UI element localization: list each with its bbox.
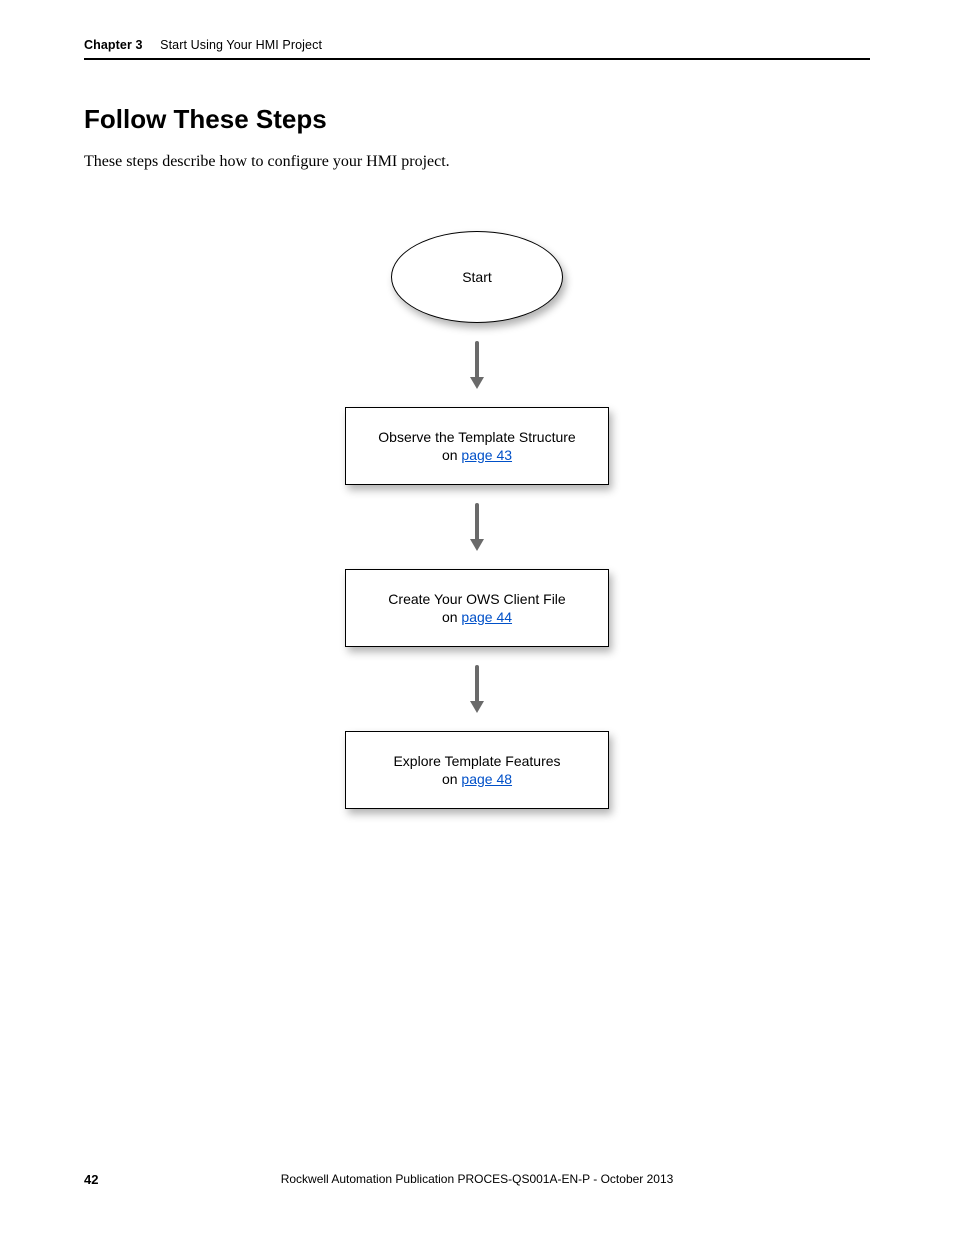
flow-step-ref: on page 44 <box>442 609 512 625</box>
page-link[interactable]: page 48 <box>461 771 512 787</box>
flow-start-label: Start <box>462 269 492 285</box>
chapter-title: Start Using Your HMI Project <box>160 38 322 52</box>
flow-step-on: on <box>442 771 461 787</box>
flow-arrow <box>467 503 487 551</box>
page-link[interactable]: page 44 <box>461 609 512 625</box>
flow-step-ref: on page 48 <box>442 771 512 787</box>
flow-step-on: on <box>442 447 461 463</box>
flow-start-node: Start <box>391 231 563 323</box>
flow-step-on: on <box>442 609 461 625</box>
flow-step-title: Create Your OWS Client File <box>388 591 565 607</box>
publication-line: Rockwell Automation Publication PROCES-Q… <box>84 1172 870 1186</box>
flow-step-ref: on page 43 <box>442 447 512 463</box>
flow-arrow <box>467 341 487 389</box>
page-link[interactable]: page 43 <box>461 447 512 463</box>
page: Chapter 3 Start Using Your HMI Project F… <box>0 0 954 1235</box>
intro-paragraph: These steps describe how to configure yo… <box>84 153 870 171</box>
section-heading: Follow These Steps <box>84 104 870 135</box>
flow-step-title: Explore Template Features <box>393 753 560 769</box>
running-header: Chapter 3 Start Using Your HMI Project <box>84 38 870 60</box>
flow-step-box: Observe the Template Structure on page 4… <box>345 407 609 485</box>
flow-arrow <box>467 665 487 713</box>
page-footer: 42 Rockwell Automation Publication PROCE… <box>84 1172 870 1187</box>
flow-step-box: Create Your OWS Client File on page 44 <box>345 569 609 647</box>
flow-step-title: Observe the Template Structure <box>378 429 575 445</box>
flowchart: Start Observe the Template Structure on … <box>84 231 870 809</box>
flow-step-box: Explore Template Features on page 48 <box>345 731 609 809</box>
chapter-label: Chapter 3 <box>84 38 143 52</box>
